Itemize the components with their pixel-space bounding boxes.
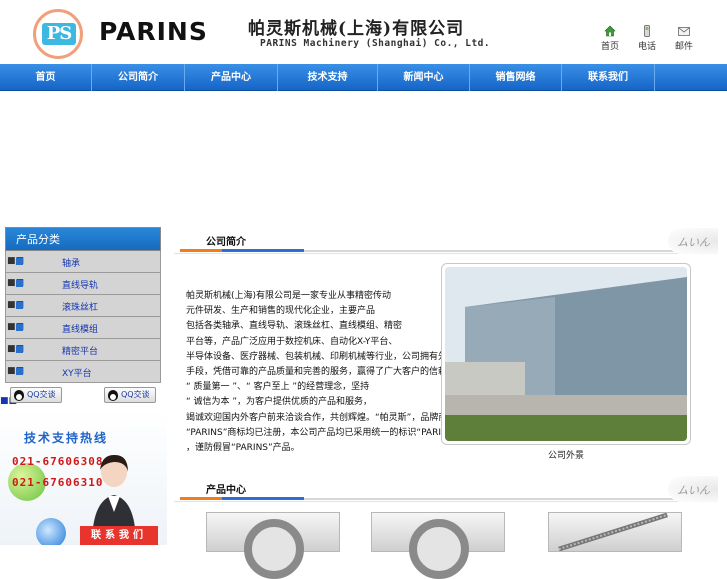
logo-text: PARINS: [99, 17, 208, 46]
flag-icon: [16, 346, 23, 353]
nav-home[interactable]: 首页: [0, 64, 92, 91]
category-label[interactable]: 滚珠丝杠: [62, 300, 98, 313]
qq-button-label: QQ交谈: [27, 390, 56, 399]
decor-glyph: ムいん: [677, 236, 710, 249]
category-item[interactable]: ■■ 精密平台: [5, 339, 161, 361]
about-line: 包括各类轴承、直线导轨、滚珠丝杠、直线模组、精密: [186, 321, 403, 332]
company-name-cn: 帕灵斯机械(上海)有限公司: [248, 19, 465, 39]
contact-us-button[interactable]: 联系我们: [80, 526, 158, 545]
category-item[interactable]: ■■ 直线模组: [5, 317, 161, 339]
section-title: 产品中心: [206, 485, 246, 496]
company-logo[interactable]: PS: [33, 9, 83, 59]
section-underline-grey: [304, 250, 676, 252]
category-label[interactable]: 精密平台: [62, 344, 98, 357]
company-building-photo[interactable]: [441, 263, 691, 445]
home-icon: [604, 25, 616, 37]
category-label[interactable]: 直线模组: [62, 322, 98, 335]
about-line: 竭诚欢迎国内外客户前来洽谈合作，共创辉煌。“帕灵斯”，品牌商标及: [186, 412, 466, 423]
product-thumbnail[interactable]: [206, 512, 340, 579]
category-label[interactable]: 直线导轨: [62, 278, 98, 291]
mail-icon: [678, 27, 690, 36]
bearing-image: [409, 519, 469, 579]
main-nav: 首页 公司简介 产品中心 技术支持 新闻中心 销售网络 联系我们: [0, 64, 727, 91]
about-line: 帕灵斯机械(上海)有限公司是一家专业从事精密传动: [186, 291, 392, 301]
qq-chat-button[interactable]: QQ交谈: [10, 387, 62, 403]
product-thumbnail[interactable]: [371, 512, 505, 579]
section-underline-orange: [180, 497, 222, 500]
about-line: 半导体设备、医疗器械、包装机械、印刷机械等行业，公司拥有先进的生产设备和完善的检…: [186, 351, 556, 362]
about-line: 平台等，产品广泛应用于数控机床、自动化X-Y平台、: [186, 336, 398, 347]
qq-penguin-icon: [14, 390, 24, 401]
header: PS PARINS 帕灵斯机械(上海)有限公司 PARINS Machinery…: [0, 0, 727, 64]
section-underline-orange: [180, 249, 222, 252]
qq-chat-row: QQ交谈 QQ交谈: [0, 387, 165, 405]
category-label[interactable]: XY平台: [62, 366, 92, 379]
logo-mark: PS: [42, 23, 76, 45]
nav-sales-network[interactable]: 销售网络: [470, 64, 562, 91]
qq-penguin-icon: [108, 390, 118, 401]
bearing-image: [244, 519, 304, 579]
building-image: [445, 267, 687, 441]
phone-icon: [644, 25, 650, 37]
section-header-about: 公司简介 ムいん: [174, 228, 718, 254]
category-item[interactable]: ■■ 滚珠丝杠: [5, 295, 161, 317]
about-line: 元件研发、生产和销售的现代化企业，主要产品: [186, 306, 376, 317]
support-hotline-banner[interactable]: 技术支持热线 021-67606308 021-67606310 联系我们: [0, 410, 167, 545]
category-item[interactable]: ■■ 轴承: [5, 251, 161, 273]
product-thumbnail[interactable]: [548, 512, 682, 552]
qq-chat-button[interactable]: QQ交谈: [104, 387, 156, 403]
section-decoration: ムいん: [668, 228, 718, 254]
header-link-label: 邮件: [674, 42, 693, 52]
category-item[interactable]: ■■ XY平台: [5, 361, 161, 383]
section-underline-grey: [304, 498, 676, 500]
decorative-globe: [36, 518, 66, 545]
header-link-phone[interactable]: 电话: [632, 25, 662, 52]
flag-icon: [16, 258, 23, 265]
about-line: “ 诚信为本 ”，为客户提供优质的产品和服务，: [186, 397, 373, 408]
category-item[interactable]: ■■ 直线导轨: [5, 273, 161, 295]
section-underline-blue: [222, 497, 304, 500]
header-link-home[interactable]: 首页: [595, 25, 625, 52]
hotline-title: 技术支持热线: [24, 431, 109, 445]
photo-caption: 公司外景: [547, 451, 584, 461]
section-title: 公司简介: [206, 237, 246, 248]
about-line: ，谨防假冒“PARINS”产品。: [186, 443, 300, 454]
section-decoration: ムいん: [668, 476, 718, 502]
flag-icon: [16, 368, 23, 375]
about-line: “ 质量第一 ”、“ 客户至上 ”的经营理念，坚持: [186, 382, 370, 393]
qq-button-label: QQ交谈: [121, 390, 150, 399]
header-link-label: 首页: [600, 42, 619, 52]
flag-icon: [16, 302, 23, 309]
about-line: 手段，凭借可靠的产品质量和完善的服务，赢得了广大客户的信赖与支持，公司秉承: [186, 367, 520, 378]
product-category-panel: 产品分类 ■■ 轴承 ■■ 直线导轨 ■■ 滚珠丝杠 ■■ 直线模组 ■■ 精密…: [5, 227, 161, 383]
nav-support[interactable]: 技术支持: [278, 64, 378, 91]
category-label[interactable]: 轴承: [62, 256, 80, 269]
ball-screw-image: [558, 513, 668, 551]
decor-glyph: ムいん: [677, 484, 710, 497]
nav-about[interactable]: 公司简介: [92, 64, 185, 91]
header-link-mail[interactable]: 邮件: [669, 25, 699, 52]
section-header-products: 产品中心 ムいん: [174, 476, 718, 502]
section-underline-blue: [222, 249, 304, 252]
flag-icon: [16, 324, 23, 331]
nav-news[interactable]: 新闻中心: [378, 64, 470, 91]
flag-icon: [16, 280, 23, 287]
company-name-en: PARINS Machinery (Shanghai) Co., Ltd.: [260, 38, 491, 49]
category-title: 产品分类: [5, 227, 161, 251]
nav-products[interactable]: 产品中心: [185, 64, 278, 91]
about-line: “PARINS”商标均已注册，本公司产品均已采用统一的标识“PARINS”，请 …: [186, 427, 521, 438]
about-text: 帕灵斯机械(上海)有限公司是一家专业从事精密传动 元件研发、生产和销售的现代化企…: [186, 289, 556, 456]
header-link-label: 电话: [637, 42, 656, 52]
nav-contact[interactable]: 联系我们: [562, 64, 655, 91]
